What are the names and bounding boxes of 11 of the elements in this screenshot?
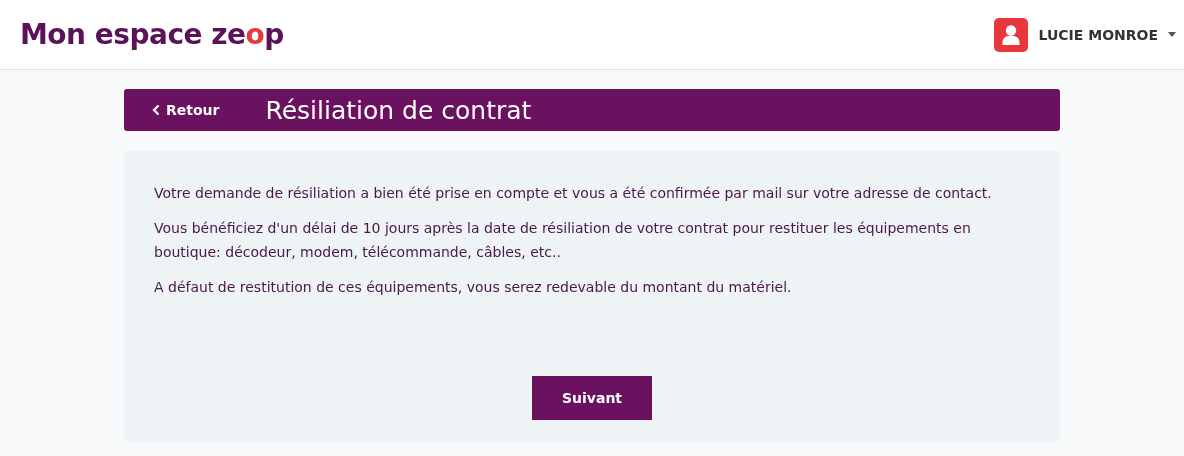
user-name[interactable]: LUCIE MONROE xyxy=(1038,26,1158,43)
message-text: A défaut de restitution de ces équipements, vous serez redevable du montant du matériel. xyxy=(154,278,793,297)
user-icon[interactable] xyxy=(994,17,1029,52)
next-button[interactable]: Suivant xyxy=(532,376,652,420)
back-button[interactable]: Retour xyxy=(152,102,220,118)
message-text: Vous bénéficiez d'un délai de 10 jours après la date de résiliation de votre contrat pour restituer les équipements en boutique: décodeur, modem, télécommande, câbles, etc.. xyxy=(154,219,972,262)
logo: Mon espace zeop xyxy=(20,18,284,51)
chevron-left-icon xyxy=(152,104,160,116)
caret-icon[interactable] xyxy=(1168,32,1176,37)
page-title: Résiliation de contrat xyxy=(265,95,532,125)
message-text: Votre demande de résiliation a bien été prise en compte et vous a été confirmée par mail sur votre adresse de contact. xyxy=(154,184,993,203)
